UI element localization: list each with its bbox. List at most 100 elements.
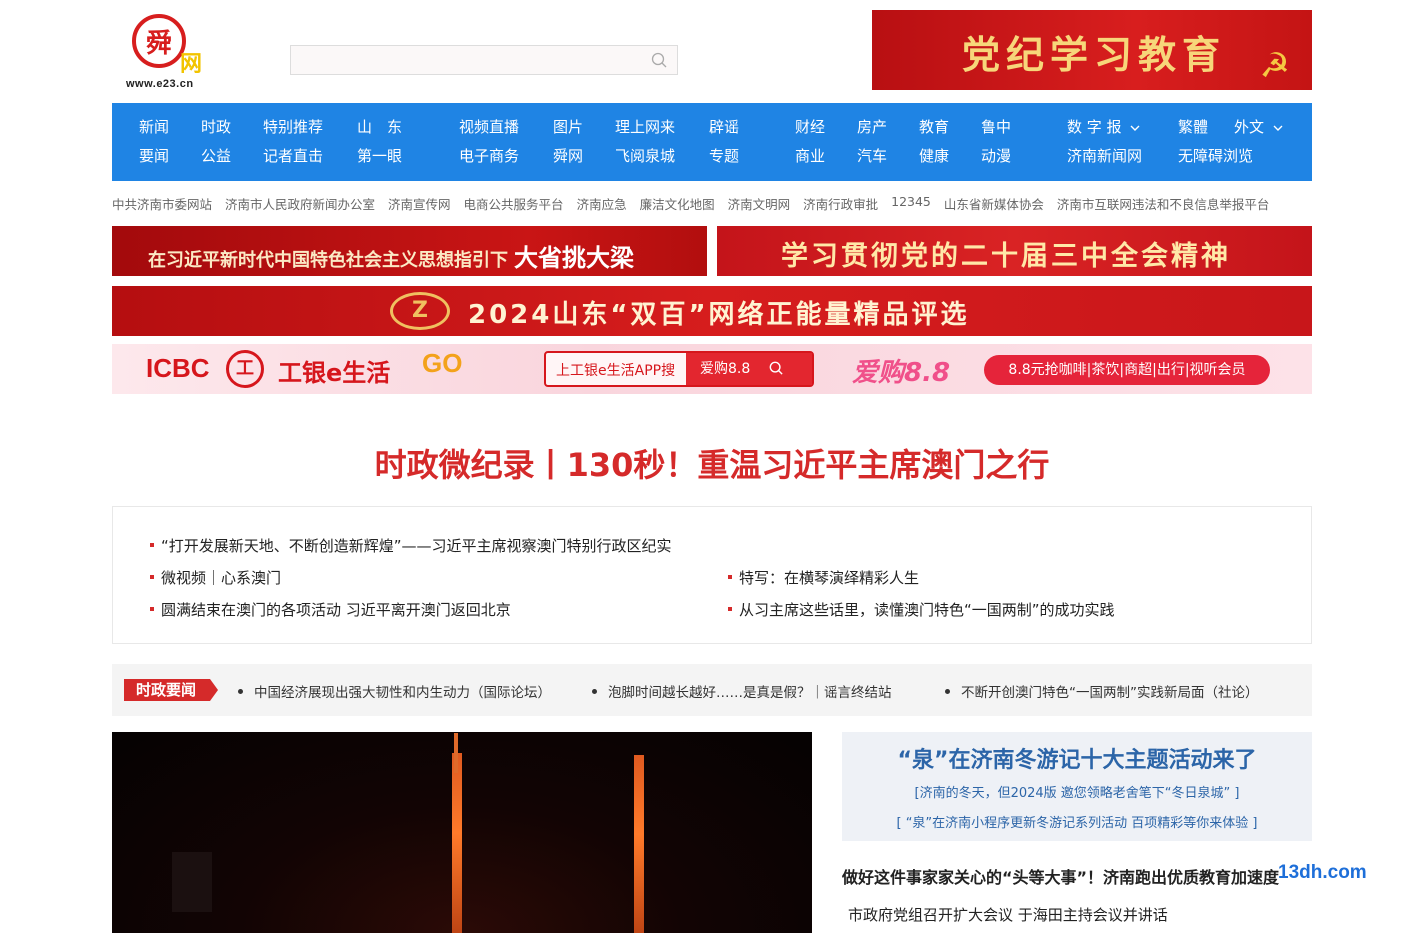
ticker-item[interactable]: 泡脚时间越长越好……是真是假？｜谣言终结站 [592,681,892,701]
nav-shunwang[interactable]: 舜网 [553,146,583,166]
banner-text: 学习贯彻党的二十届三中全会精神 [781,241,1231,272]
link-item[interactable]: 廉洁文化地图 [640,194,715,214]
nav-digital-paper[interactable]: 数 字 报 [1067,117,1140,137]
link-item[interactable]: 济南应急 [577,194,627,214]
related-links: “打开发展新天地、不断创造新辉煌”——习近平主席视察澳门特别行政区纪实 微视频｜… [112,506,1312,644]
nav-jinan-news[interactable]: 济南新闻网 [1067,146,1142,166]
nav-ecommerce[interactable]: 电子商务 [459,146,519,166]
party-emblem-icon: ☭ [1259,46,1290,86]
link-item[interactable]: 济南行政审批 [803,194,878,214]
link-item[interactable]: 电商公共服务平台 [464,194,564,214]
feature-title[interactable]: “泉”在济南冬游记十大主题活动来了 [842,742,1312,774]
ticker-item[interactable]: 不断开创澳门特色“一国两制”实践新局面（社论） [945,681,1259,701]
nav-pictures[interactable]: 图片 [553,117,583,137]
nav-politics[interactable]: 时政 [201,117,231,137]
party-discipline-banner[interactable]: 党纪学习教育 ☭ [872,10,1312,90]
banner-text: 党纪学习教育 [962,32,1227,77]
nav-reporter[interactable]: 记者直击 [263,146,323,166]
watermark: 13dh.com [1278,862,1367,883]
nav-fly-quancheng[interactable]: 飞阅泉城 [615,146,675,166]
tower-light [454,733,458,773]
logo-url: www.e23.cn [126,78,194,90]
search-input[interactable] [291,46,631,74]
search-icon[interactable] [651,52,667,68]
nav-foreign-label: 外文 [1234,118,1265,136]
link-item[interactable]: 12345 [891,194,931,214]
site-logo[interactable]: 舜 网 www.e23.cn [122,10,222,94]
positive-energy-banner[interactable]: Z 2024山东“双百”网络正能量精品评选 [112,286,1312,336]
feature-sub[interactable]: [济南的冬天，但2024版 邀您领略老舍笔下“冬日泉城” ] [842,782,1312,801]
ad-search-keyword: 爱购8.8 [686,353,812,385]
related-item[interactable]: 特写：在横琴演绎精彩人生 [727,567,919,588]
nav-first-look[interactable]: 第一眼 [357,146,402,166]
news-ticker: 时政要闻 中国经济展现出强大韧性和内生动力（国际论坛） 泡脚时间越长越好……是真… [112,664,1312,716]
banner-text: 在习近平新时代中国特色社会主义思想指引下 大省挑大梁 [148,238,634,273]
tower-light [634,755,644,933]
lead-photo[interactable] [112,732,812,933]
partner-links: 中共济南市委网站 济南市人民政府新闻办公室 济南宣传网 电商公共服务平台 济南应… [112,194,1312,214]
feature-sub[interactable]: [ “泉”在济南小程序更新冬游记系列活动 百项精彩等你来体验 ] [842,812,1312,831]
nav-video-live[interactable]: 视频直播 [459,117,519,137]
banner-bigtext: 大省挑大梁 [514,243,634,272]
chevron-down-icon [1273,125,1283,131]
nav-theory[interactable]: 理上网来 [615,117,675,137]
chevron-down-icon [1130,125,1140,131]
plenum-banner[interactable]: 学习贯彻党的二十届三中全会精神 [717,226,1312,276]
nav-luzhong[interactable]: 鲁中 [981,117,1011,137]
nav-auto[interactable]: 汽车 [857,146,887,166]
related-item[interactable]: “打开发展新天地、不断创造新辉煌”——习近平主席视察澳门特别行政区纪实 [150,535,672,556]
link-item[interactable]: 济南市人民政府新闻办公室 [225,194,375,214]
nav-accessibility[interactable]: 无障碍浏览 [1178,146,1253,166]
nav-charity[interactable]: 公益 [201,146,231,166]
aigou-logo: 爱购8.8 [852,358,951,388]
nav-shandong[interactable]: 山 东 [357,117,402,137]
link-item[interactable]: 山东省新媒体协会 [944,194,1044,214]
ad-search-label: 上工银e生活APP搜 [556,363,676,379]
tower-light [452,753,462,933]
nav-finance[interactable]: 财经 [795,117,825,137]
ticker-item[interactable]: 中国经济展现出强大韧性和内生动力（国际论坛） [238,681,551,701]
nav-digital-paper-label: 数 字 报 [1067,118,1122,136]
nav-health[interactable]: 健康 [919,146,949,166]
link-item[interactable]: 济南文明网 [728,194,791,214]
nav-anime[interactable]: 动漫 [981,146,1011,166]
banner-text: 2024山东“双百”网络正能量精品评选 [468,300,970,330]
nav-foreign[interactable]: 外文 [1234,117,1283,137]
icbc-seal-icon: 工 [226,350,264,388]
banner-subtext: 在习近平新时代中国特色社会主义思想指引下 [148,250,508,271]
nav-topics[interactable]: 专题 [709,146,739,166]
search-icon [769,361,783,375]
nav-education[interactable]: 教育 [919,117,949,137]
ad-search-box: 上工银e生活APP搜 爱购8.8 [544,351,814,387]
nav-business[interactable]: 商业 [795,146,825,166]
ad-promo-text: 8.8元抢咖啡|茶饮|商超|出行|视听会员 [984,355,1270,385]
news-item[interactable]: 市政府党组召开扩大会议 于海田主持会议并讲话 [848,904,1168,925]
nav-news[interactable]: 新闻 [139,117,169,137]
nav-headlines[interactable]: 要闻 [139,146,169,166]
award-logo-icon: Z [390,292,450,330]
nav-rumor[interactable]: 辟谣 [709,117,739,137]
link-item[interactable]: 济南宣传网 [388,194,451,214]
link-item[interactable]: 中共济南市委网站 [112,194,212,214]
related-item[interactable]: 圆满结束在澳门的各项活动 习近平离开澳门返回北京 [150,599,511,620]
headline[interactable]: 时政微纪录丨130秒！重温习近平主席澳门之行 [112,440,1312,486]
search-box[interactable] [290,45,678,75]
go-logo: GO [422,348,463,378]
icbc-ad-banner[interactable]: ICBC 工 工银e生活 GO 上工银e生活APP搜 爱购8.8 爱购8.8 8… [112,344,1312,394]
logo-wang: 网 [180,51,203,77]
logo-seal: 舜 [132,14,186,68]
related-item[interactable]: 从习主席这些话里，读懂澳门特色“一国两制”的成功实践 [728,599,1115,620]
thought-banner[interactable]: 在习近平新时代中国特色社会主义思想指引下 大省挑大梁 [112,226,707,276]
news-headline[interactable]: 做好这件事家家关心的“头等大事”！济南跑出优质教育加速度 [842,864,1279,888]
main-nav: 新闻 时政 特别推荐 山 东 视频直播 图片 理上网来 辟谣 财经 房产 教育 … [112,103,1312,181]
nav-realestate[interactable]: 房产 [857,117,887,137]
ad-search-keyword-text: 爱购8.8 [700,361,751,377]
nav-special[interactable]: 特别推荐 [263,117,323,137]
nav-traditional[interactable]: 繁體 [1178,117,1208,137]
icbc-logo: ICBC [146,353,210,383]
related-item[interactable]: 微视频｜心系澳门 [149,567,281,588]
silhouette [172,852,212,912]
link-item[interactable]: 济南市互联网违法和不良信息举报平台 [1057,194,1270,214]
feature-box: “泉”在济南冬游记十大主题活动来了 [济南的冬天，但2024版 邀您领略老舍笔下… [842,732,1312,841]
ticker-tag: 时政要闻 [124,679,219,701]
